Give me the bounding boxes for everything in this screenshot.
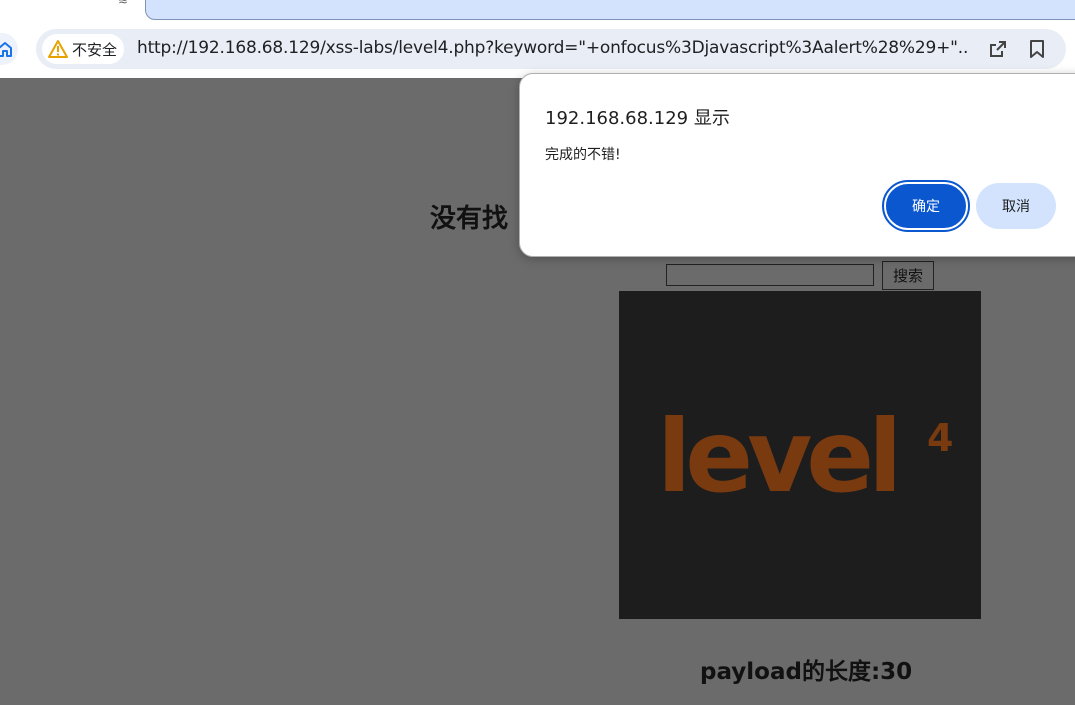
warning-icon [48, 40, 68, 58]
ok-button[interactable]: 确定 [882, 180, 970, 232]
search-input[interactable] [666, 264, 874, 286]
level-image: level 4 [619, 291, 981, 619]
level-logo: level 4 [657, 398, 953, 515]
cancel-button[interactable]: 取消 [976, 183, 1056, 229]
dialog-title: 192.168.68.129 显示 [545, 108, 730, 129]
payload-length-wrap: payload的长度:30 [700, 652, 912, 686]
home-button[interactable] [0, 33, 18, 65]
bookmark-icon[interactable] [1026, 38, 1048, 60]
dialog-message: 完成的不错! [545, 147, 621, 163]
level-logo-number: 4 [927, 416, 953, 460]
payload-length: payload的长度:30 [700, 659, 913, 685]
level-logo-text: level [657, 398, 896, 515]
address-bar[interactable]: 不安全 http://192.168.68.129/xss-labs/level… [36, 29, 1066, 69]
alert-dialog: 192.168.68.129 显示 完成的不错! 确定 取消 [519, 73, 1075, 257]
page-heading: 没有找 [430, 204, 509, 234]
active-tab[interactable] [145, 0, 1075, 20]
browser-toolbar: ≈ 不安全 http://192.168.68.129/xss-labs/lev… [0, 0, 1075, 78]
search-button[interactable]: 搜索 [882, 261, 934, 290]
share-icon[interactable] [987, 38, 1009, 60]
tab-strip: ≈ [0, 0, 1075, 20]
tab-fragment-icon: ≈ [118, 0, 129, 8]
security-label: 不安全 [72, 40, 118, 59]
url-text[interactable]: http://192.168.68.129/xss-labs/level4.ph… [137, 38, 967, 58]
security-indicator[interactable]: 不安全 [42, 34, 124, 64]
home-icon [0, 42, 12, 57]
